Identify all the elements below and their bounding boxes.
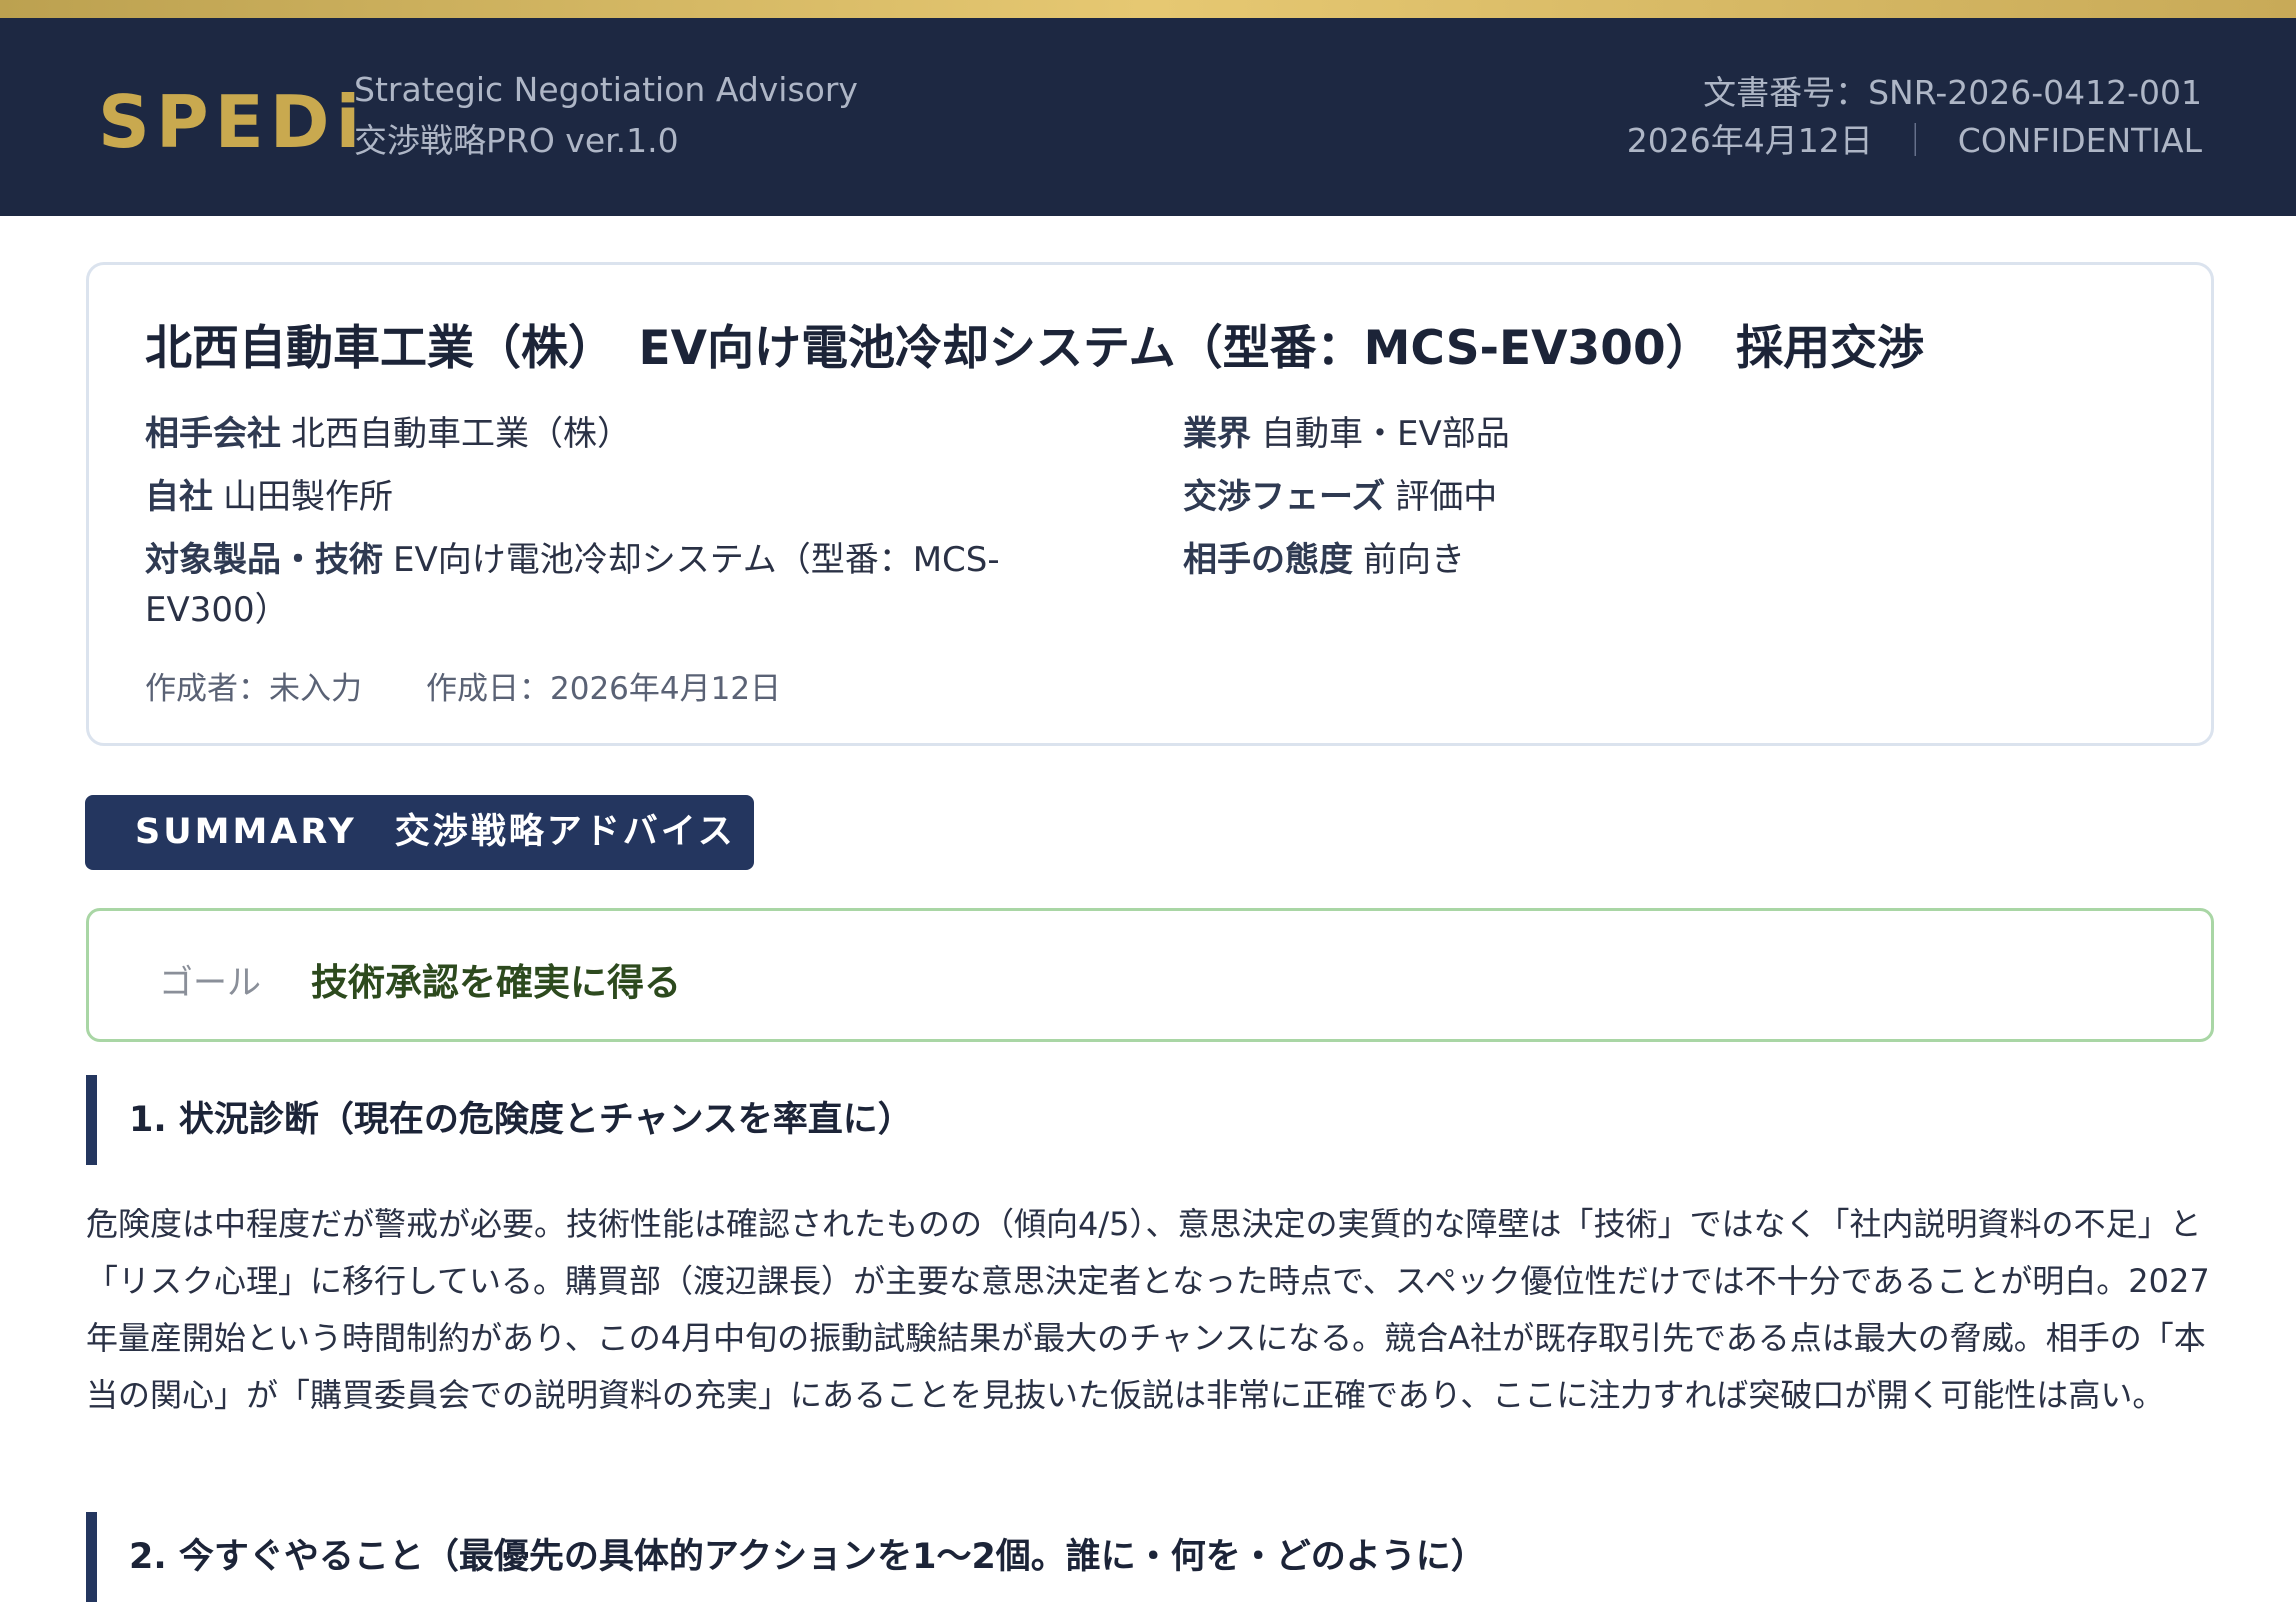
author-line: 作成者：未入力 作成日：2026年4月12日 <box>145 663 781 708</box>
app-header: SPEDi Strategic Negotiation Advisory 交渉戦… <box>0 18 2296 216</box>
goal-label: ゴール <box>159 963 261 1003</box>
field-value: 山田製作所 <box>223 477 393 517</box>
field-industry: 業界 自動車・EV部品 <box>1183 409 2083 459</box>
field-product: 対象製品・技術 EV向け電池冷却システム（型番：MCS-EV300） <box>145 535 1025 635</box>
section-body-1: 危険度は中程度だが警戒が必要。技術性能は確認されたものの（傾向4/5）、意思決定… <box>86 1205 2210 1414</box>
field-value: 北西自動車工業（株） <box>291 414 631 454</box>
brand-subtitle-en: Strategic Negotiation Advisory <box>354 70 858 109</box>
negotiation-info-card: 北西自動車工業（株） EV向け電池冷却システム（型番：MCS-EV300） 採用… <box>86 262 2214 746</box>
meta-separator: ｜ <box>1898 121 1932 160</box>
field-label: 交渉フェーズ <box>1183 477 1386 517</box>
confidential-label: CONFIDENTIAL <box>1957 121 2202 160</box>
header-accent-bar <box>0 0 2296 18</box>
field-label: 自社 <box>145 477 213 517</box>
field-self-company: 自社 山田製作所 <box>145 472 1045 522</box>
created-date: 作成日：2026年4月12日 <box>426 671 782 707</box>
summary-badge: SUMMARY 交渉戦略アドバイス <box>85 795 754 870</box>
field-label: 対象製品・技術 <box>145 540 383 580</box>
negotiation-title: 北西自動車工業（株） EV向け電池冷却システム（型番：MCS-EV300） 採用… <box>145 321 1925 376</box>
section-heading-2: 2. 今すぐやること（最優先の具体的アクションを1〜2個。誰に・何を・どのように… <box>86 1512 2086 1602</box>
goal-text: 技術承認を確実に得る <box>311 961 681 1004</box>
field-counterparty: 相手会社 北西自動車工業（株） <box>145 409 1045 459</box>
author: 作成者：未入力 <box>145 671 362 707</box>
document-number: 文書番号：SNR-2026-0412-001 <box>1703 73 2202 112</box>
field-label: 業界 <box>1183 414 1251 454</box>
goal-box: ゴール 技術承認を確実に得る <box>86 908 2214 1042</box>
field-value: 自動車・EV部品 <box>1261 414 1510 454</box>
section-heading-1: 1. 状況診断（現在の危険度とチャンスを率直に） <box>86 1075 2086 1165</box>
field-label: 相手の態度 <box>1183 540 1353 580</box>
document-meta: 2026年4月12日 ｜ CONFIDENTIAL <box>1627 114 2202 162</box>
brand-subtitle-jp: 交渉戦略PRO ver.1.0 <box>354 121 679 160</box>
field-value: 評価中 <box>1395 477 1498 517</box>
field-attitude: 相手の態度 前向き <box>1183 535 2083 585</box>
field-value: 前向き <box>1363 540 1465 580</box>
document-date: 2026年4月12日 <box>1626 121 1873 160</box>
field-label: 相手会社 <box>145 414 281 454</box>
spedi-logo: SPEDi <box>98 80 367 164</box>
field-phase: 交渉フェーズ 評価中 <box>1183 472 2083 522</box>
